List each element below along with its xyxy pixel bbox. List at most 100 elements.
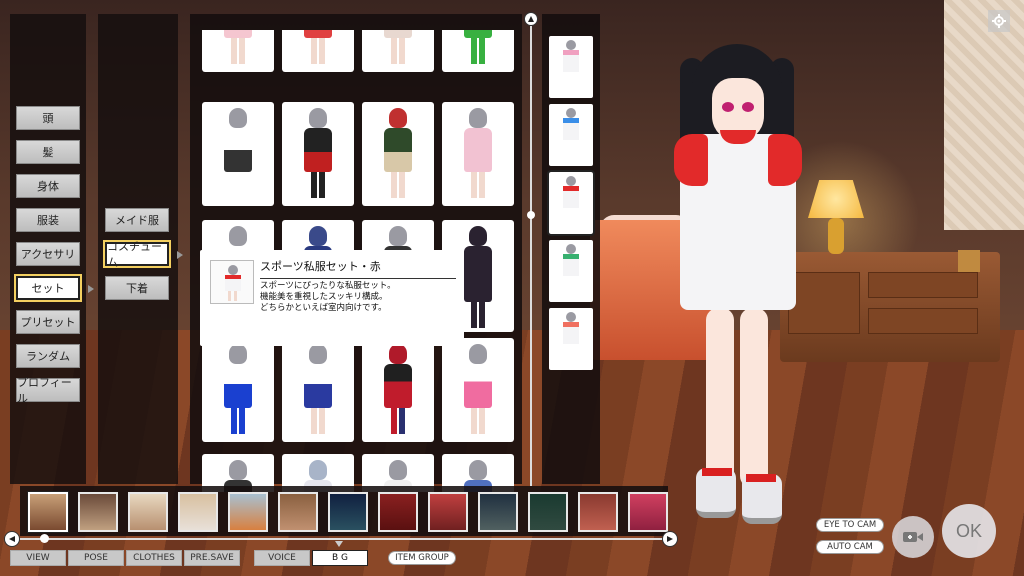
costume-figure-head	[389, 460, 407, 480]
bg-thumbnail[interactable]	[278, 492, 318, 532]
item-group-button[interactable]: ITEM GROUP	[388, 551, 456, 565]
menu-hair-button[interactable]: 髪	[16, 140, 80, 164]
variation-tile-pink[interactable]	[549, 36, 593, 98]
costume-figure-leg	[231, 38, 237, 64]
scroll-up-button[interactable]	[524, 12, 538, 26]
costume-figure-head	[229, 344, 247, 364]
costume-figure	[464, 246, 492, 302]
bg-thumbnail[interactable]	[128, 492, 168, 532]
costume-figure	[224, 30, 252, 38]
tooltip-description: スポーツにぴったりな私服セット。 機能美を重視したスッキリ構成。 どちらかといえ…	[260, 281, 396, 313]
grid-scroll-thumb[interactable]	[527, 211, 535, 219]
tab-voice[interactable]: VOICE	[254, 550, 310, 566]
variation-tile-blue[interactable]	[549, 104, 593, 166]
costume-tile[interactable]	[442, 30, 514, 72]
costume-figure-leg	[311, 172, 317, 198]
character-eye-left	[722, 102, 734, 112]
bg-thumbnail[interactable]	[28, 492, 68, 532]
bg-thumbnail[interactable]	[628, 492, 668, 532]
bg-scroll-thumb[interactable]	[40, 534, 49, 543]
tab-view[interactable]: VIEW	[10, 550, 66, 566]
costume-figure-leg	[471, 408, 477, 434]
camera-add-button[interactable]	[892, 516, 934, 558]
costume-figure	[464, 30, 492, 38]
menu-expand-arrow-icon	[88, 285, 94, 293]
tab-pre-save[interactable]: PRE.SAVE	[184, 550, 240, 566]
bg-thumbnail[interactable]	[578, 492, 618, 532]
variation-tile-red[interactable]	[547, 170, 595, 236]
menu-preset-button[interactable]: プリセット	[16, 310, 80, 334]
submenu-maid-button[interactable]: メイド服	[105, 208, 169, 232]
costume-figure-leg	[319, 38, 325, 64]
bg-scroll-left-button[interactable]	[4, 531, 20, 547]
menu-random-button[interactable]: ランダム	[16, 344, 80, 368]
variation-tile-coral[interactable]	[549, 308, 593, 370]
bg-thumbnail[interactable]	[528, 492, 568, 532]
bg-thumbnail[interactable]	[328, 492, 368, 532]
menu-accessory-button[interactable]: アクセサリ	[16, 242, 80, 266]
bg-thumbnail[interactable]	[178, 492, 218, 532]
menu-clothing-button[interactable]: 服装	[16, 208, 80, 232]
costume-figure-head	[469, 460, 487, 480]
bg-thumbnail[interactable]	[478, 492, 518, 532]
tab-clothes[interactable]: CLOTHES	[126, 550, 182, 566]
submenu-costume-button[interactable]: コスチューム	[105, 240, 169, 269]
eye-to-cam-button[interactable]: EYE TO CAM	[816, 518, 884, 532]
costume-tile[interactable]	[442, 338, 514, 442]
costume-tile[interactable]	[442, 102, 514, 206]
triangle-left-icon	[9, 536, 15, 542]
character-sock-left	[702, 468, 732, 476]
menu-set-button[interactable]: セット	[16, 276, 80, 300]
bg-thumbnail[interactable]	[78, 492, 118, 532]
costume-tile[interactable]	[202, 30, 274, 72]
costume-figure	[304, 364, 332, 408]
costume-figure	[464, 128, 492, 172]
tab-bg[interactable]: B G	[312, 550, 368, 566]
character-model[interactable]	[662, 44, 812, 524]
settings-button[interactable]	[988, 10, 1010, 32]
costume-tile[interactable]	[362, 338, 434, 442]
menu-head-button[interactable]: 頭	[16, 106, 80, 130]
variation-tile-green[interactable]	[549, 240, 593, 302]
costume-tile[interactable]	[362, 102, 434, 206]
costume-tile[interactable]	[362, 30, 434, 72]
costume-tile[interactable]	[282, 30, 354, 72]
character-sleeve-left	[674, 134, 708, 186]
costume-tile[interactable]	[202, 102, 274, 206]
bg-thumbnail[interactable]	[228, 492, 268, 532]
lamp-base	[828, 218, 844, 254]
bg-scroll-track[interactable]	[14, 538, 668, 540]
costume-figure-head	[229, 108, 247, 128]
grid-scroll-track[interactable]	[530, 26, 532, 486]
tab-pose[interactable]: POSE	[68, 550, 124, 566]
dresser-drawer	[868, 308, 978, 334]
character-eye-right	[742, 102, 754, 112]
costume-figure-leg	[231, 172, 237, 198]
costume-tile[interactable]	[282, 102, 354, 206]
costume-tile[interactable]	[202, 338, 274, 442]
costume-figure-head	[469, 344, 487, 364]
variation-figure-head	[566, 244, 576, 254]
costume-figure-leg	[479, 38, 485, 64]
tooltip-thumbnail	[210, 260, 254, 304]
costume-figure-leg	[479, 302, 485, 328]
costume-tile[interactable]	[282, 338, 354, 442]
variation-figure-body	[563, 118, 579, 140]
bg-thumbnail[interactable]	[428, 492, 468, 532]
bg-thumbnail[interactable]	[378, 492, 418, 532]
triangle-right-icon	[667, 536, 673, 542]
menu-profile-button[interactable]: プロフィール	[16, 376, 80, 405]
costume-figure	[304, 128, 332, 172]
bg-scroll-right-button[interactable]	[662, 531, 678, 547]
costume-figure-leg	[479, 408, 485, 434]
ok-button[interactable]: OK	[942, 504, 996, 558]
costume-figure-leg	[311, 408, 317, 434]
costume-figure-leg	[399, 172, 405, 198]
menu-body-button[interactable]: 身体	[16, 174, 80, 198]
costume-figure-leg	[471, 172, 477, 198]
costume-figure-head	[389, 226, 407, 246]
costume-figure-leg	[231, 408, 237, 434]
submenu-underwear-button[interactable]: 下着	[105, 276, 169, 300]
costume-figure-head	[469, 226, 487, 246]
auto-cam-button[interactable]: AUTO CAM	[816, 540, 884, 554]
